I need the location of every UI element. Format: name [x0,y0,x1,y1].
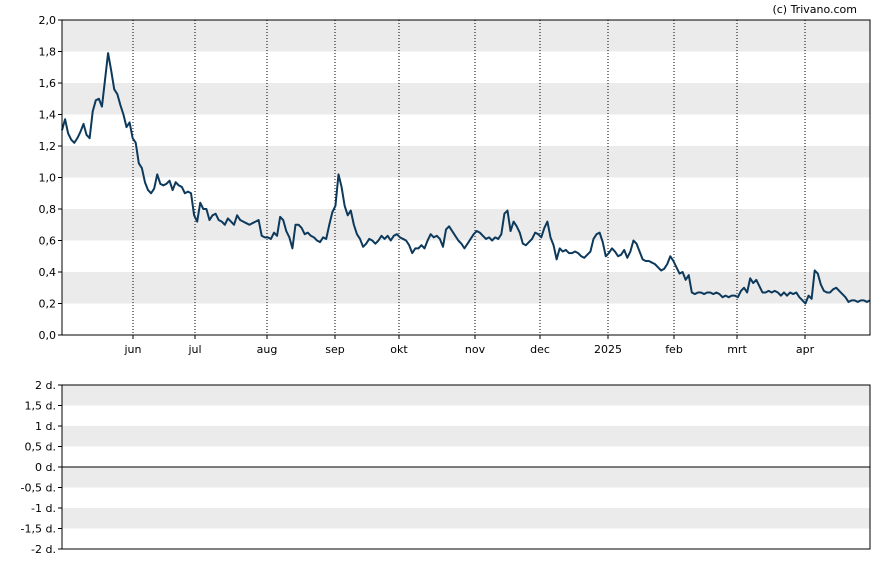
copyright-label: (c) Trivano.com [772,3,857,16]
bottom-chart-band [62,487,870,508]
top-chart-y-tick-label: 1,8 [39,46,57,59]
top-chart-x-tick-label: jun [124,343,142,356]
top-chart-y-tick-label: 1,4 [39,109,57,122]
bottom-chart-y-ticks [58,384,62,550]
top-chart-y-tick-label: 0,6 [39,235,57,248]
top-chart-y-tick-label: 1,2 [39,140,57,153]
bottom-chart-y-tick-label: 1,5 d. [25,400,56,413]
top-chart-band [62,83,870,115]
top-chart-band [62,303,870,335]
top-chart-y-axis-labels: 0,0 0,2 0,4 0,6 0,8 1,0 1,2 1,4 1,6 1,8 2,0 [39,14,57,342]
bottom-chart-y-tick-label: -1 d. [31,502,56,515]
top-chart-x-tick-label: dec [530,343,550,356]
top-chart-x-tick-label: nov [465,343,486,356]
top-chart-y-tick-label: 1,0 [39,172,57,185]
top-chart-band [62,51,870,83]
top-chart-x-tick-label: aug [257,343,278,356]
bottom-chart-y-tick-label: 1 d. [35,420,56,433]
top-chart-band [62,209,870,241]
bottom-chart-y-tick-label: -1,5 d. [21,523,56,536]
top-chart-x-tick-label: sep [325,343,344,356]
bottom-chart-y-tick-label: -0,5 d. [21,482,56,495]
bottom-chart-band [62,405,870,426]
bottom-chart-band [62,528,870,549]
bottom-chart-y-tick-label: 0 d. [35,461,56,474]
bottom-chart-y-tick-label: 2 d. [35,379,56,392]
top-chart-y-tick-label: 1,6 [39,77,57,90]
top-chart-x-axis-labels: jun jul aug sep okt nov dec 2025 feb mrt apr [124,343,815,356]
top-chart-x-tick-label: jul [187,343,201,356]
top-chart-band [62,177,870,209]
bottom-chart-band [62,508,870,529]
top-chart-y-tick-label: 0,2 [39,298,57,311]
top-chart-band [62,114,870,146]
top-chart-y-tick-label: 0,0 [39,329,57,342]
top-chart-x-tick-label: apr [796,343,815,356]
top-chart-band [62,20,870,52]
bottom-chart-band [62,426,870,447]
top-chart-band [62,146,870,178]
top-chart-x-tick-label: mrt [727,343,747,356]
top-chart-y-tick-label: 0,4 [39,266,57,279]
top-chart-x-tick-label: 2025 [594,343,622,356]
bottom-chart-y-tick-label: -2 d. [31,543,56,556]
top-chart-y-tick-label: 2,0 [39,14,57,27]
bottom-chart-band [62,446,870,467]
bottom-chart-y-tick-label: 0,5 d. [25,441,56,454]
bottom-chart-band [62,385,870,406]
top-chart-x-tick-label: feb [665,343,683,356]
bottom-chart-band [62,467,870,488]
top-chart-x-tick-label: okt [390,343,408,356]
top-chart-y-ticks [58,19,62,336]
bottom-chart-y-axis-labels: 2 d. 1,5 d. 1 d. 0,5 d. 0 d. -0,5 d. -1 d. -1,5… [21,379,56,556]
top-chart-y-tick-label: 0,8 [39,203,57,216]
chart-canvas: 0,0 0,2 0,4 0,6 0,8 1,0 1,2 1,4 1,6 1,8 2,0 jun jul… [21,3,871,556]
